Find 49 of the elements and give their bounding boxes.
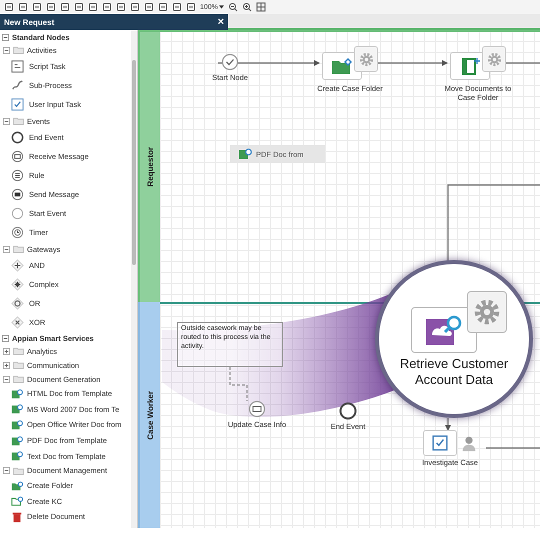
folder-icon <box>13 347 24 355</box>
zoom-in-icon[interactable] <box>242 2 252 12</box>
xor-node-icon <box>11 316 24 329</box>
send-node-icon <box>11 188 24 201</box>
settings-icon <box>473 298 501 326</box>
docgen-node-icon <box>11 434 23 447</box>
or-node-icon <box>11 297 24 310</box>
folder-icon <box>331 57 353 75</box>
document-icon <box>459 57 481 75</box>
lane-label: Requestor <box>146 147 154 187</box>
folder-icon <box>13 46 24 54</box>
delete-node-icon <box>11 510 23 523</box>
checkbox-task-icon <box>432 435 448 451</box>
usertask-node-icon <box>11 98 24 111</box>
docgen-node-icon <box>11 388 23 400</box>
start-node-icon <box>11 207 24 220</box>
document-generation-icon <box>238 147 252 161</box>
and-node-icon <box>11 259 24 272</box>
folder-icon <box>13 117 24 125</box>
kc-node-icon <box>11 495 23 508</box>
folder-icon <box>13 375 24 383</box>
folder-icon <box>13 361 24 369</box>
folder-icon <box>13 466 24 475</box>
magnified-task-label: Retrieve Customer Account Data <box>398 356 510 388</box>
subprocess-node-icon <box>11 79 24 92</box>
close-button[interactable]: × <box>218 16 224 28</box>
caret-icon <box>218 5 224 9</box>
docgen-node-icon <box>11 418 23 431</box>
docgen-node-icon <box>11 403 23 416</box>
docgen-node-icon <box>11 450 23 462</box>
panel-title: New Request <box>4 18 54 26</box>
association-line <box>230 366 248 402</box>
folder-node-icon <box>11 480 23 492</box>
timer-node-icon <box>11 226 24 239</box>
start-event-icon <box>221 53 239 71</box>
folder-icon <box>13 245 24 253</box>
connector-line <box>486 447 540 449</box>
settings-icon <box>486 52 502 66</box>
settings-icon <box>358 52 374 66</box>
script-node-icon <box>11 60 24 73</box>
end-event-icon <box>339 402 357 420</box>
rule-node-icon <box>11 169 24 182</box>
connector-line <box>445 418 451 431</box>
receive-node-icon <box>11 150 24 163</box>
grid-icon[interactable] <box>256 2 266 12</box>
lane-label: Case Worker <box>146 390 154 440</box>
end-node-icon <box>11 131 24 144</box>
zoom-out-icon[interactable] <box>228 2 238 12</box>
complex-node-icon <box>11 278 24 291</box>
